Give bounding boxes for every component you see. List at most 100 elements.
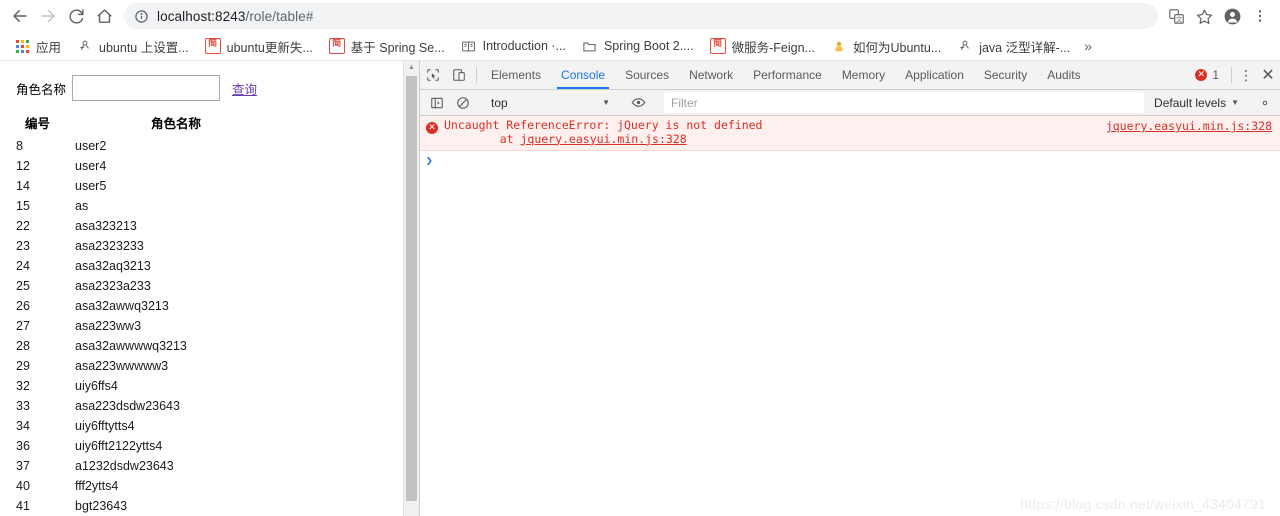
scroll-up-arrow-icon[interactable]: ▲ bbox=[404, 61, 419, 74]
table-row[interactable]: 26 asa32awwq3213 bbox=[0, 296, 403, 316]
tab-audits[interactable]: Audits bbox=[1037, 61, 1090, 89]
table-row[interactable]: 22 asa323213 bbox=[0, 216, 403, 236]
page-area: 角色名称 查询 编号 角色名称 8 user2 12 user4 14 user5 15 as… bbox=[0, 61, 1280, 516]
role-table: 编号 角色名称 8 user2 12 user4 14 user5 15 as 22 asa323… bbox=[0, 113, 403, 516]
query-link[interactable]: 查询 bbox=[232, 79, 257, 98]
reload-button[interactable] bbox=[62, 2, 90, 30]
bookmark-label: Introduction ·... bbox=[482, 39, 566, 53]
table-row[interactable]: 28 asa32awwwwq3213 bbox=[0, 336, 403, 356]
tab-console[interactable]: Console bbox=[551, 61, 615, 89]
role-name-label: 角色名称 bbox=[16, 81, 67, 97]
bookmark-introduction[interactable]: Introduction ·... bbox=[455, 35, 572, 57]
chevron-down-icon: ▼ bbox=[602, 98, 610, 107]
bookmarks-overflow-button[interactable]: » bbox=[1080, 38, 1096, 54]
cell-id: 26 bbox=[16, 299, 30, 313]
tab-sources[interactable]: Sources bbox=[615, 61, 679, 89]
ubuntu-icon bbox=[957, 38, 973, 54]
table-row[interactable]: 36 uiy6fft2122ytts4 bbox=[0, 436, 403, 456]
info-circle-icon[interactable] bbox=[134, 9, 149, 24]
role-table-head: 编号 角色名称 bbox=[0, 113, 403, 136]
svg-text:文: 文 bbox=[1175, 14, 1182, 23]
bookmark-ubuntu-setup[interactable]: ubuntu 上设置... bbox=[71, 35, 195, 57]
forward-button[interactable] bbox=[34, 2, 62, 30]
watermark-text: https://blog.csdn.net/weixin_43404791 bbox=[1020, 496, 1266, 512]
cell-id: 37 bbox=[16, 459, 30, 473]
table-header-row: 编号 角色名称 bbox=[0, 113, 403, 136]
scrollbar-thumb[interactable] bbox=[406, 76, 417, 501]
bookmark-ubuntu-update[interactable]: 简 ubuntu更新失... bbox=[199, 35, 319, 57]
table-row[interactable]: 29 asa223wwwww3 bbox=[0, 356, 403, 376]
page-vertical-scrollbar[interactable]: ▲ bbox=[403, 61, 419, 516]
execution-context-value: top bbox=[491, 95, 508, 110]
cell-id: 32 bbox=[16, 379, 30, 393]
star-icon[interactable] bbox=[1190, 2, 1218, 30]
table-row[interactable]: 25 asa2323a233 bbox=[0, 276, 403, 296]
ubuntu-icon bbox=[77, 38, 93, 54]
address-bar[interactable]: localhost:8243/role/table# bbox=[124, 3, 1158, 29]
table-row[interactable]: 12 user4 bbox=[0, 156, 403, 176]
role-table-body: 8 user2 12 user4 14 user5 15 as 22 asa323213 23 asa… bbox=[0, 136, 403, 516]
tab-security[interactable]: Security bbox=[974, 61, 1037, 89]
error-source-link[interactable]: jquery.easyui.min.js:328 bbox=[1106, 119, 1272, 133]
table-row[interactable]: 37 a1232dsdw23643 bbox=[0, 456, 403, 476]
jianshu-icon: 简 bbox=[328, 38, 345, 54]
console-filter-input[interactable]: Filter bbox=[664, 92, 1145, 113]
role-name-input[interactable] bbox=[72, 75, 221, 101]
cell-id: 24 bbox=[16, 259, 30, 273]
table-row[interactable]: 34 uiy6fftytts4 bbox=[0, 416, 403, 436]
table-row[interactable]: 8 user2 bbox=[0, 136, 403, 156]
stack-source-link[interactable]: jquery.easyui.min.js:328 bbox=[520, 132, 686, 146]
console-sidebar-icon[interactable] bbox=[424, 96, 450, 110]
url-host: localhost:8243 bbox=[157, 8, 246, 24]
tab-elements[interactable]: Elements bbox=[481, 61, 551, 89]
table-row[interactable]: 32 uiy6ffs4 bbox=[0, 376, 403, 396]
table-row[interactable]: 27 asa223ww3 bbox=[0, 316, 403, 336]
bookmark-spring-security[interactable]: 简 基于 Spring Se... bbox=[323, 35, 451, 57]
tabbar-spacer bbox=[1091, 61, 1196, 89]
tab-application[interactable]: Application bbox=[895, 61, 974, 89]
role-search-form: 角色名称 查询 bbox=[0, 61, 403, 101]
cell-name: asa323213 bbox=[75, 219, 137, 233]
live-expression-icon[interactable] bbox=[625, 95, 651, 110]
table-row[interactable]: 23 asa2323233 bbox=[0, 236, 403, 256]
error-count-badge[interactable]: ✕ 1 bbox=[1195, 61, 1227, 89]
cell-id: 23 bbox=[16, 239, 30, 253]
cell-name: asa32aq3213 bbox=[75, 259, 151, 273]
bookmark-java-generics[interactable]: java 泛型详解-... bbox=[951, 35, 1076, 57]
devtools-close-icon[interactable]: ✕ bbox=[1256, 61, 1280, 89]
bookmark-apps[interactable]: 应用 bbox=[8, 35, 67, 57]
bookmark-how-to-ubuntu[interactable]: 如何为Ubuntu... bbox=[825, 35, 947, 57]
translate-icon[interactable]: 文 bbox=[1162, 2, 1190, 30]
inspect-element-icon[interactable] bbox=[420, 61, 446, 89]
device-toolbar-icon[interactable] bbox=[446, 61, 472, 89]
console-error-message[interactable]: ✕ Uncaught ReferenceError: jQuery is not… bbox=[420, 116, 1280, 151]
table-row[interactable]: 24 asa32aq3213 bbox=[0, 256, 403, 276]
error-badge-icon: ✕ bbox=[426, 122, 438, 134]
bookmark-spring-boot-folder[interactable]: Spring Boot 2.... bbox=[576, 35, 700, 57]
kebab-menu-icon[interactable] bbox=[1246, 2, 1274, 30]
table-row[interactable]: 15 as bbox=[0, 196, 403, 216]
cell-id: 34 bbox=[16, 419, 30, 433]
profile-icon[interactable] bbox=[1218, 2, 1246, 30]
bookmark-label: Spring Boot 2.... bbox=[603, 39, 694, 53]
back-button[interactable] bbox=[6, 2, 34, 30]
home-button[interactable] bbox=[90, 2, 118, 30]
cell-id: 28 bbox=[16, 339, 30, 353]
clear-console-icon[interactable] bbox=[450, 96, 476, 110]
tab-performance[interactable]: Performance bbox=[743, 61, 832, 89]
tab-network[interactable]: Network bbox=[679, 61, 743, 89]
table-row[interactable]: 14 user5 bbox=[0, 176, 403, 196]
table-row[interactable]: 41 bgt23643 bbox=[0, 496, 403, 516]
cell-id: 8 bbox=[16, 139, 23, 153]
bookmark-label: 应用 bbox=[36, 40, 62, 55]
tab-memory[interactable]: Memory bbox=[832, 61, 895, 89]
table-row[interactable]: 40 fff2ytts4 bbox=[0, 476, 403, 496]
console-input-prompt[interactable]: ❯ bbox=[420, 151, 1280, 170]
cell-id: 29 bbox=[16, 359, 30, 373]
devtools-more-menu-icon[interactable]: ⋮ bbox=[1236, 61, 1256, 89]
console-log-levels-select[interactable]: Default levels ▼ bbox=[1148, 96, 1245, 110]
table-row[interactable]: 33 asa223dsdw23643 bbox=[0, 396, 403, 416]
execution-context-select[interactable]: top ▼ bbox=[485, 93, 616, 112]
bookmark-feign[interactable]: 简 微服务-Feign... bbox=[704, 35, 821, 57]
gear-icon[interactable] bbox=[1254, 96, 1276, 110]
